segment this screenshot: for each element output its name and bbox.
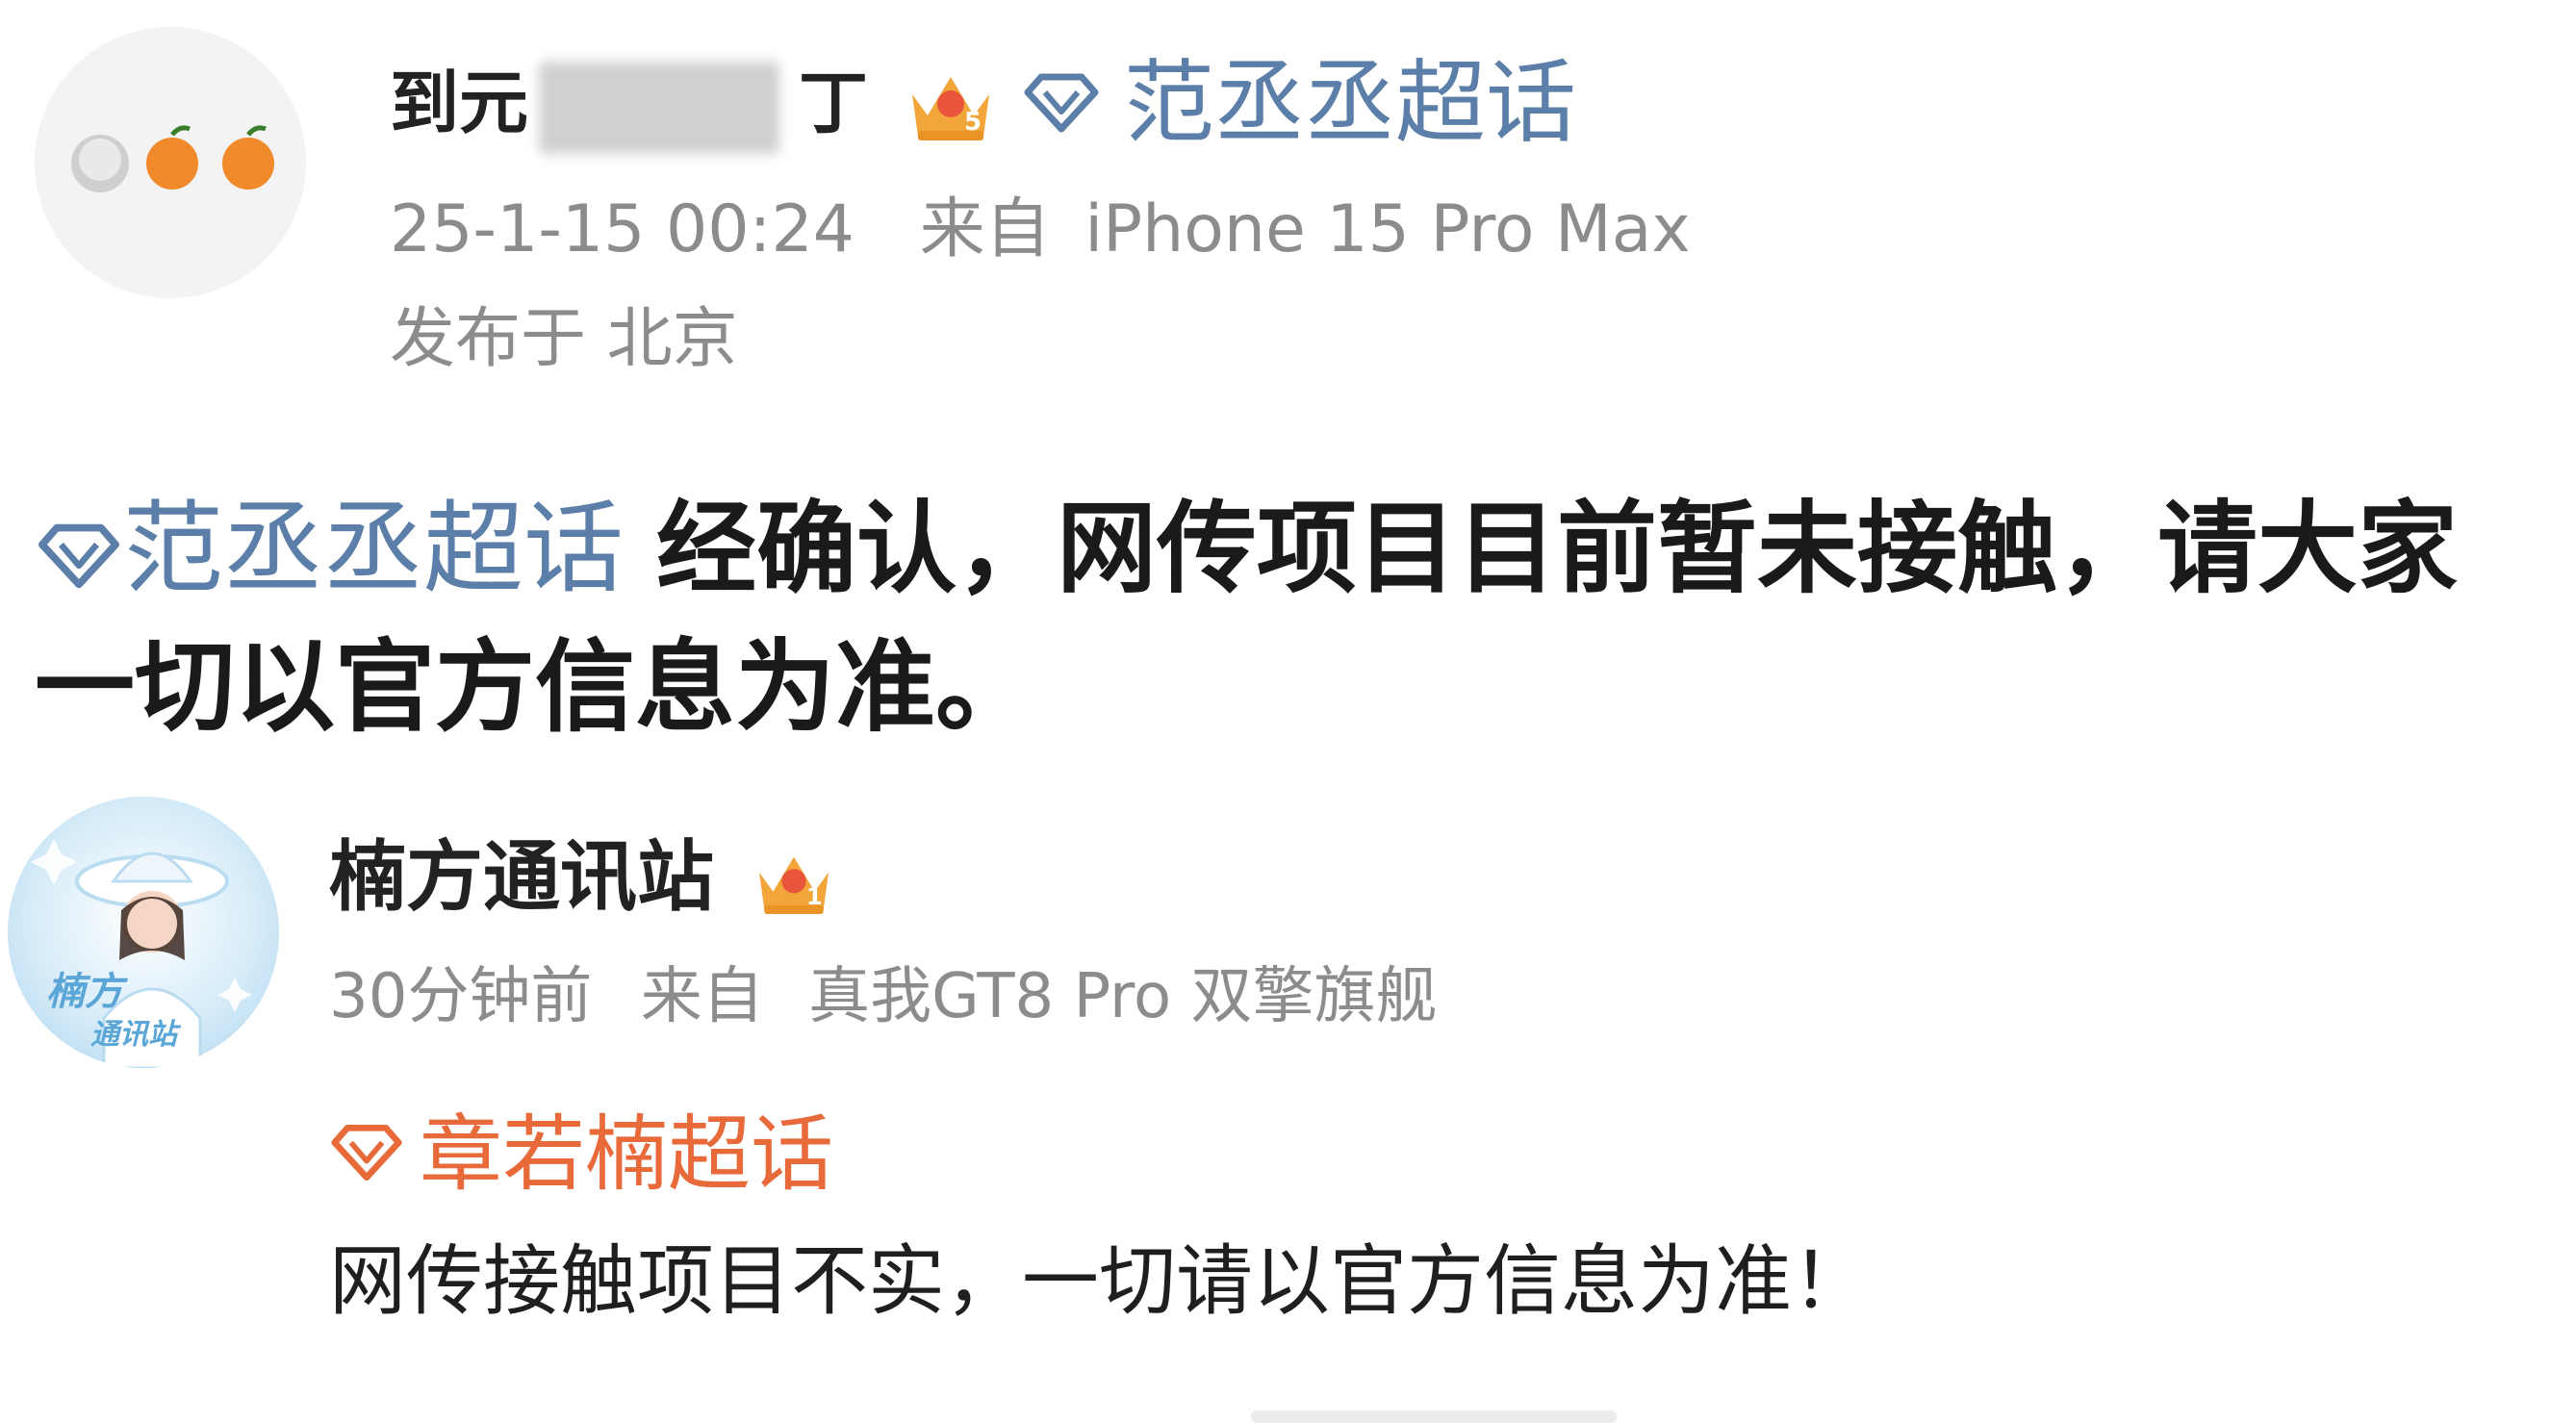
super-topic-diamond-icon	[329, 1122, 404, 1183]
fruit-emoji-icon	[71, 125, 274, 192]
source-prefix: 来自	[919, 191, 1051, 267]
username[interactable]: 楠方通讯站	[329, 831, 714, 924]
super-topic-link[interactable]: 章若楠超话	[420, 1105, 833, 1205]
post-location: 发布于 北京	[390, 301, 738, 377]
super-topic-link[interactable]: 范丞丞超话	[1124, 50, 1576, 158]
post-body-line-2: 一切以官方信息为准。	[35, 628, 1036, 746]
super-topic-diamond-icon	[1022, 71, 1101, 135]
username-visible-tail[interactable]: 丁	[799, 60, 868, 146]
crown-badge-icon: 5	[903, 56, 999, 148]
cropped-content-remnant	[1251, 1410, 1617, 1423]
body-topic-diamond-icon	[35, 521, 123, 591]
post-meta-line: 25-1-15 00:24 来自 iPhone 15 Pro Max	[390, 189, 1691, 271]
avatar-label-bottom: 通讯站	[90, 1018, 177, 1052]
post-body: 范丞丞超话 经确认，网传项目目前暂未接触，请大家	[35, 477, 2575, 620]
timestamp: 30分钟前	[329, 961, 593, 1032]
timestamp: 25-1-15 00:24	[390, 191, 854, 267]
device-name[interactable]: iPhone 15 Pro Max	[1084, 191, 1690, 267]
username-redacted-blur	[539, 62, 779, 154]
post-body: 网传接触项目不实，一切请以官方信息为准！	[329, 1236, 1869, 1326]
body-topic-link[interactable]: 范丞丞超话	[123, 490, 624, 607]
device-name[interactable]: 真我GT8 Pro 双擎旗舰	[808, 961, 1437, 1032]
crown-badge-icon: 1	[751, 837, 837, 922]
avatar[interactable]	[35, 27, 306, 298]
crown-badge-level: 5	[964, 108, 982, 137]
avatar-label-top: 楠方	[46, 970, 123, 1014]
post-meta-line: 30分钟前 来自 真我GT8 Pro 双擎旗舰	[329, 958, 1437, 1035]
body-text: 经确认，网传项目目前暂未接触，请大家	[656, 490, 2459, 607]
username-visible-part[interactable]: 到元	[390, 60, 528, 146]
crown-badge-level: 1	[806, 883, 823, 910]
source-prefix: 来自	[640, 961, 764, 1032]
avatar[interactable]: 楠方 通讯站	[8, 797, 279, 1068]
